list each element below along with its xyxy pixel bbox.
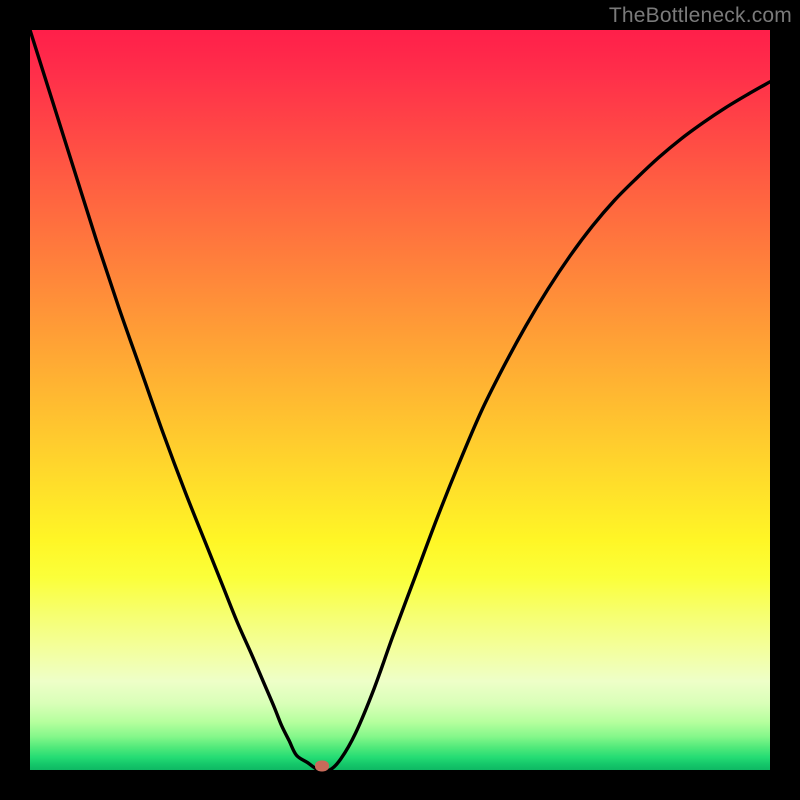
watermark-text: TheBottleneck.com: [609, 4, 792, 28]
optimal-point-marker: [315, 761, 329, 772]
chart-frame: TheBottleneck.com: [0, 0, 800, 800]
plot-area: [30, 30, 770, 770]
curve-path: [30, 30, 770, 771]
bottleneck-curve: [30, 30, 770, 770]
